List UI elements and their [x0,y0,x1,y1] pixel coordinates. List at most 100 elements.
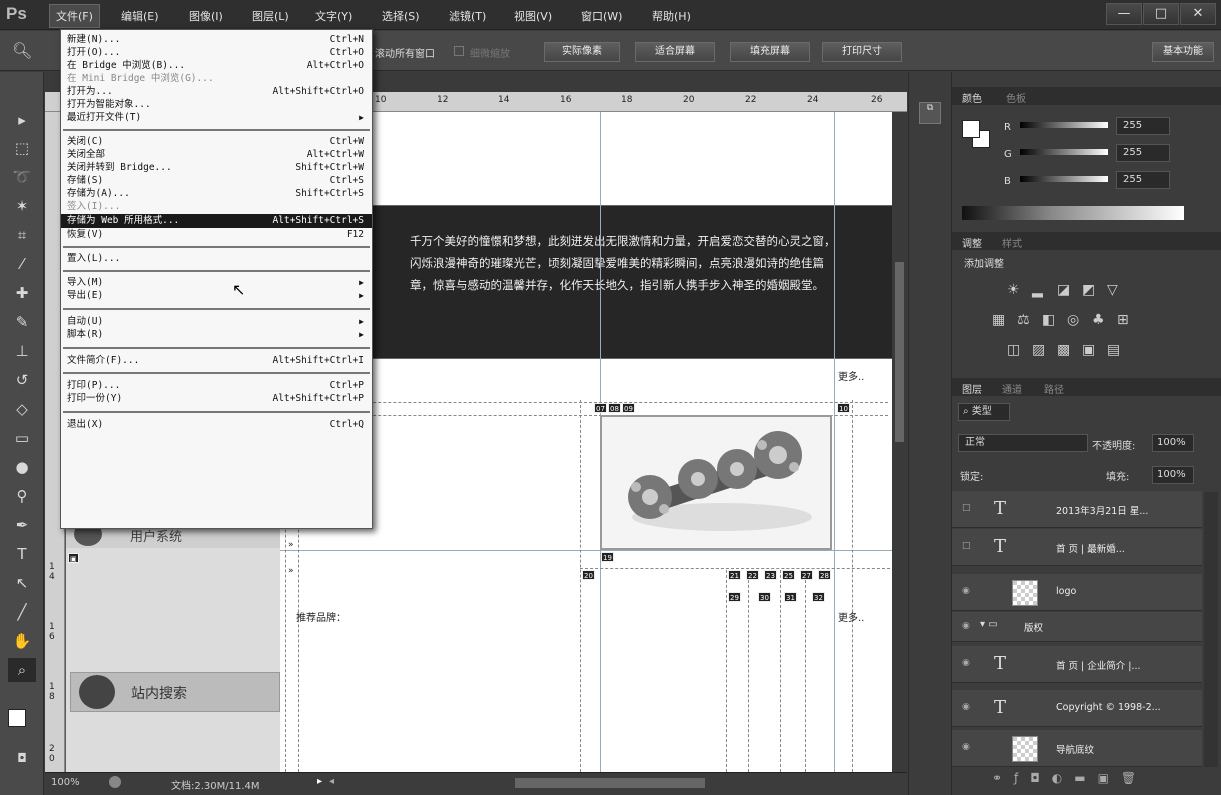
curves-icon[interactable]: ◪ [1057,282,1070,298]
eyedropper-tool-icon[interactable]: ⁄ [8,252,36,276]
menu-item-close[interactable]: 关闭(C) Ctrl+W [61,135,372,149]
tab-color[interactable]: 颜色 [962,90,982,105]
more-link[interactable]: 更多.. [838,368,864,383]
quick-mask-icon[interactable]: ◘ [8,746,36,770]
menu-item-exit[interactable]: 退出(X) Ctrl+Q [61,418,372,432]
gradient-tool-icon[interactable]: ▭ [8,426,36,450]
type-tool-icon[interactable]: T [8,542,36,566]
menu-item-import[interactable]: 导入(M) ▶ [61,276,372,290]
foreground-color-swatch[interactable] [8,709,26,727]
healing-tool-icon[interactable]: ✚ [8,281,36,305]
channel-value-input[interactable]: 255 [1116,117,1170,135]
menu-image[interactable]: 图像(I) [189,8,223,24]
posterize-icon[interactable]: ▨ [1032,342,1045,358]
layer-row[interactable]: □ T 首 页 | 最新婚... [952,529,1202,566]
menu-item-open-smart-object[interactable]: 打开为智能对象... [61,98,372,112]
channel-value-input[interactable]: 255 [1116,171,1170,189]
menu-item-automate[interactable]: 自动(U) ▶ [61,315,372,329]
hscroll-left-icon[interactable]: ◂ [329,776,334,787]
layer-row[interactable]: □ T 2013年3月21日 星... [952,491,1202,528]
tab-paths[interactable]: 路径 [1044,381,1064,396]
print-size-button[interactable]: 打印尺寸 [822,42,902,62]
more-link[interactable]: 更多.. [838,609,864,624]
levels-icon[interactable]: ▂ [1032,282,1043,298]
menu-item-new[interactable]: 新建(N)... Ctrl+N [61,33,372,47]
channel-r-slider[interactable] [1020,122,1108,128]
photo-filter-icon[interactable]: ◎ [1067,312,1079,328]
stamp-tool-icon[interactable]: ⊥ [8,339,36,363]
menu-item-save-as[interactable]: 存储为(A)... Shift+Ctrl+S [61,187,372,201]
menu-file[interactable]: 文件(F) [49,4,100,28]
menu-item-close-all[interactable]: 关闭全部 Alt+Ctrl+W [61,148,372,162]
fit-screen-button[interactable]: 适合屏幕 [635,42,715,62]
layer-filter-select[interactable]: ⌕ 类型 [958,403,1010,421]
fine-zoom-checkbox[interactable] [454,46,464,56]
menu-item-print-one[interactable]: 打印一份(Y) Alt+Shift+Ctrl+P [61,392,372,406]
menu-item-browse-bridge[interactable]: 在 Bridge 中浏览(B)... Alt+Ctrl+O [61,59,372,73]
fill-screen-button[interactable]: 填充屏幕 [730,42,810,62]
move-tool-icon[interactable]: ▸ [8,108,36,132]
opacity-input[interactable]: 100% [1152,434,1194,452]
tab-layers[interactable]: 图层 [962,381,982,396]
zoom-tool-icon[interactable]: ⌕ [8,658,36,682]
workspace-button[interactable]: 基本功能 [1152,42,1214,62]
zoom-level[interactable]: 100% [51,777,80,788]
actual-pixels-button[interactable]: 实际像素 [544,42,620,62]
blur-tool-icon[interactable]: ● [8,455,36,479]
lookup-icon[interactable]: ⊞ [1117,312,1129,328]
foreground-color-swatch[interactable] [962,120,980,138]
menu-item-recent-files[interactable]: 最近打开文件(T) ▶ [61,111,372,125]
scroll-all-windows-label[interactable]: 滚动所有窗口 [375,45,435,60]
layer-row[interactable]: ◉ 导航底纹 [952,730,1202,767]
menu-layer[interactable]: 图层(L) [252,8,289,24]
invert-icon[interactable]: ◫ [1007,342,1020,358]
menu-item-print[interactable]: 打印(P)... Ctrl+P [61,379,372,393]
status-arrow-icon[interactable]: ▸ [317,776,322,787]
gradient-map-icon[interactable]: ▣ [1082,342,1095,358]
tab-adjustments[interactable]: 调整 [962,235,982,250]
layer-group-row[interactable]: ◉ ▾ ▭ 版权 [952,612,1202,642]
channel-b-slider[interactable] [1020,176,1108,182]
dodge-tool-icon[interactable]: ⚲ [8,484,36,508]
threshold-icon[interactable]: ▩ [1057,342,1070,358]
color-ramp[interactable] [962,206,1184,220]
search-box[interactable]: 站内搜索 [70,672,280,712]
vibrance-icon[interactable]: ▽ [1107,282,1118,298]
menu-item-save[interactable]: 存储(S) Ctrl+S [61,174,372,188]
minimize-button[interactable]: — [1106,3,1142,25]
close-button[interactable]: ✕ [1180,3,1216,25]
menu-help[interactable]: 帮助(H) [652,8,691,24]
exposure-icon[interactable]: ◩ [1082,282,1095,298]
channel-g-slider[interactable] [1020,149,1108,155]
fill-input[interactable]: 100% [1152,466,1194,484]
brush-tool-icon[interactable]: ✎ [8,310,36,334]
magic-wand-tool-icon[interactable]: ✶ [8,194,36,218]
menu-item-revert[interactable]: 恢复(V) F12 [61,228,372,242]
hue-icon[interactable]: ▦ [992,312,1005,328]
menu-item-export[interactable]: 导出(E) ▶ [61,289,372,303]
lasso-tool-icon[interactable]: ➰ [8,165,36,189]
tab-swatches[interactable]: 色板 [1006,90,1026,105]
menu-view[interactable]: 视图(V) [514,8,552,24]
menu-select[interactable]: 选择(S) [382,8,420,24]
layer-row[interactable]: ◉ T Copyright © 1998-2... [952,690,1202,727]
shape-tool-icon[interactable]: ╱ [8,600,36,624]
mixer-icon[interactable]: ♣ [1092,312,1105,328]
menu-item-close-go-bridge[interactable]: 关闭并转到 Bridge... Shift+Ctrl+W [61,161,372,175]
menu-filter[interactable]: 滤镜(T) [449,8,486,24]
layer-row[interactable]: ◉ logo [952,574,1202,611]
menu-item-place[interactable]: 置入(L)... [61,252,372,266]
bw-icon[interactable]: ◧ [1042,312,1055,328]
pen-tool-icon[interactable]: ✒ [8,513,36,537]
menu-item-open[interactable]: 打开(O)... Ctrl+O [61,46,372,60]
menu-item-scripts[interactable]: 脚本(R) ▶ [61,328,372,342]
scroll-thumb[interactable] [895,262,904,442]
balance-icon[interactable]: ⚖ [1017,312,1030,328]
menu-type[interactable]: 文字(Y) [315,8,352,24]
maximize-button[interactable]: □ [1143,3,1179,25]
status-icon[interactable] [109,776,121,788]
path-select-tool-icon[interactable]: ↖ [8,571,36,595]
vertical-scrollbar[interactable] [892,112,907,772]
history-panel-icon[interactable]: ⧉ [919,102,941,124]
selective-color-icon[interactable]: ▤ [1107,342,1120,358]
